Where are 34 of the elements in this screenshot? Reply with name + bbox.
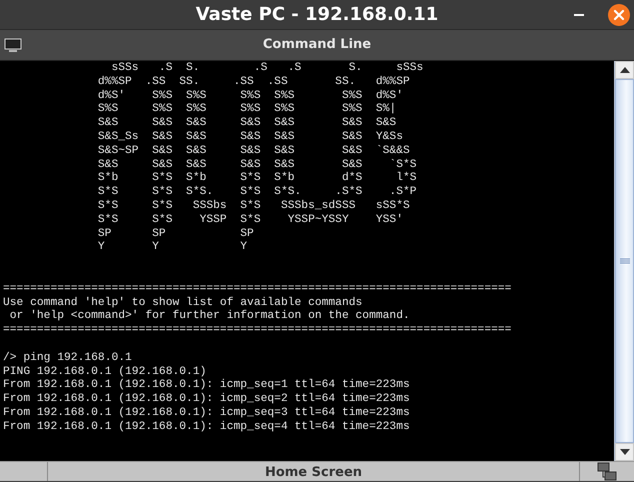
scrollbar-thumb[interactable] [615, 79, 634, 443]
ascii-art-line: sSSs .S S. .S .S S. sSSs [110, 62, 424, 76]
ascii-art-line: S&S S&S S&S S&S S&S S&S `S*S [98, 158, 418, 172]
scroll-up-button[interactable] [615, 61, 634, 79]
down-arrow-icon [620, 449, 630, 455]
ascii-art-line: d%%SP .SS SS. .SS .SS SS. d%%SP [98, 76, 411, 90]
terminal-line: =========================================================================== [3, 282, 512, 296]
up-arrow-icon [620, 67, 630, 73]
ascii-art-line: S*b S*S S*b S*S S*b d*S l*S [98, 172, 418, 186]
window-title: Vaste PC - 192.168.0.11 [196, 3, 438, 27]
ascii-art-line: S*S S*S S*S. S*S S*S. .S*S .S*P [98, 186, 418, 200]
scroll-down-button[interactable] [615, 443, 634, 461]
terminal-line: From 192.168.0.1 (192.168.0.1): icmp_seq=2 ttl=64 time=223ms [3, 393, 411, 406]
monitor-icon [4, 38, 22, 53]
terminal-line: /> ping 192.168.0.1 [3, 352, 133, 366]
screens-icon[interactable] [597, 462, 617, 481]
terminal-line: or 'help <command>' for further information on the command. [8, 310, 411, 324]
terminal-line: From 192.168.0.1 (192.168.0.1): icmp_seq=3 ttl=64 time=223ms [3, 406, 411, 420]
ascii-art-line: S*S S*S SSSbs S*S SSSbs_sdSSS sSS*S [98, 200, 411, 214]
ascii-art-line: S*S S*S YSSP S*S YSSP~YSSY YSS' [98, 214, 404, 228]
ascii-art-line: Y Y Y [98, 241, 248, 256]
ascii-art-line: S&S S&S S&S S&S S&S S&S S&S [98, 117, 398, 131]
terminal-line: PING 192.168.0.1 (192.168.0.1) [3, 366, 208, 378]
close-icon[interactable] [607, 3, 631, 27]
terminal-line: From 192.168.0.1 (192.168.0.1): icmp_seq=4 ttl=64 time=223ms [3, 420, 411, 435]
ascii-art-line: SP SP SP [98, 228, 255, 242]
ascii-art-line: d%S' S%S S%S S%S S%S S%S d%S' [98, 90, 404, 102]
terminal-line: Use command 'help' to show list of available commands [3, 296, 364, 310]
terminal-line: =========================================================================== [3, 324, 512, 338]
ascii-art-line: S%S S%S S%S S%S S%S S%S S%| [98, 103, 398, 118]
ascii-art-line: S&S~SP S&S S&S S&S S&S S&S `S&&S [98, 144, 411, 158]
terminal-line: From 192.168.0.1 (192.168.0.1): icmp_seq=1 ttl=64 time=223ms [3, 379, 411, 392]
panel-title: Command Line [262, 36, 372, 54]
ascii-art-line: S&S_Ss S&S S&S S&S S&S S&S Y&Ss [98, 130, 404, 145]
